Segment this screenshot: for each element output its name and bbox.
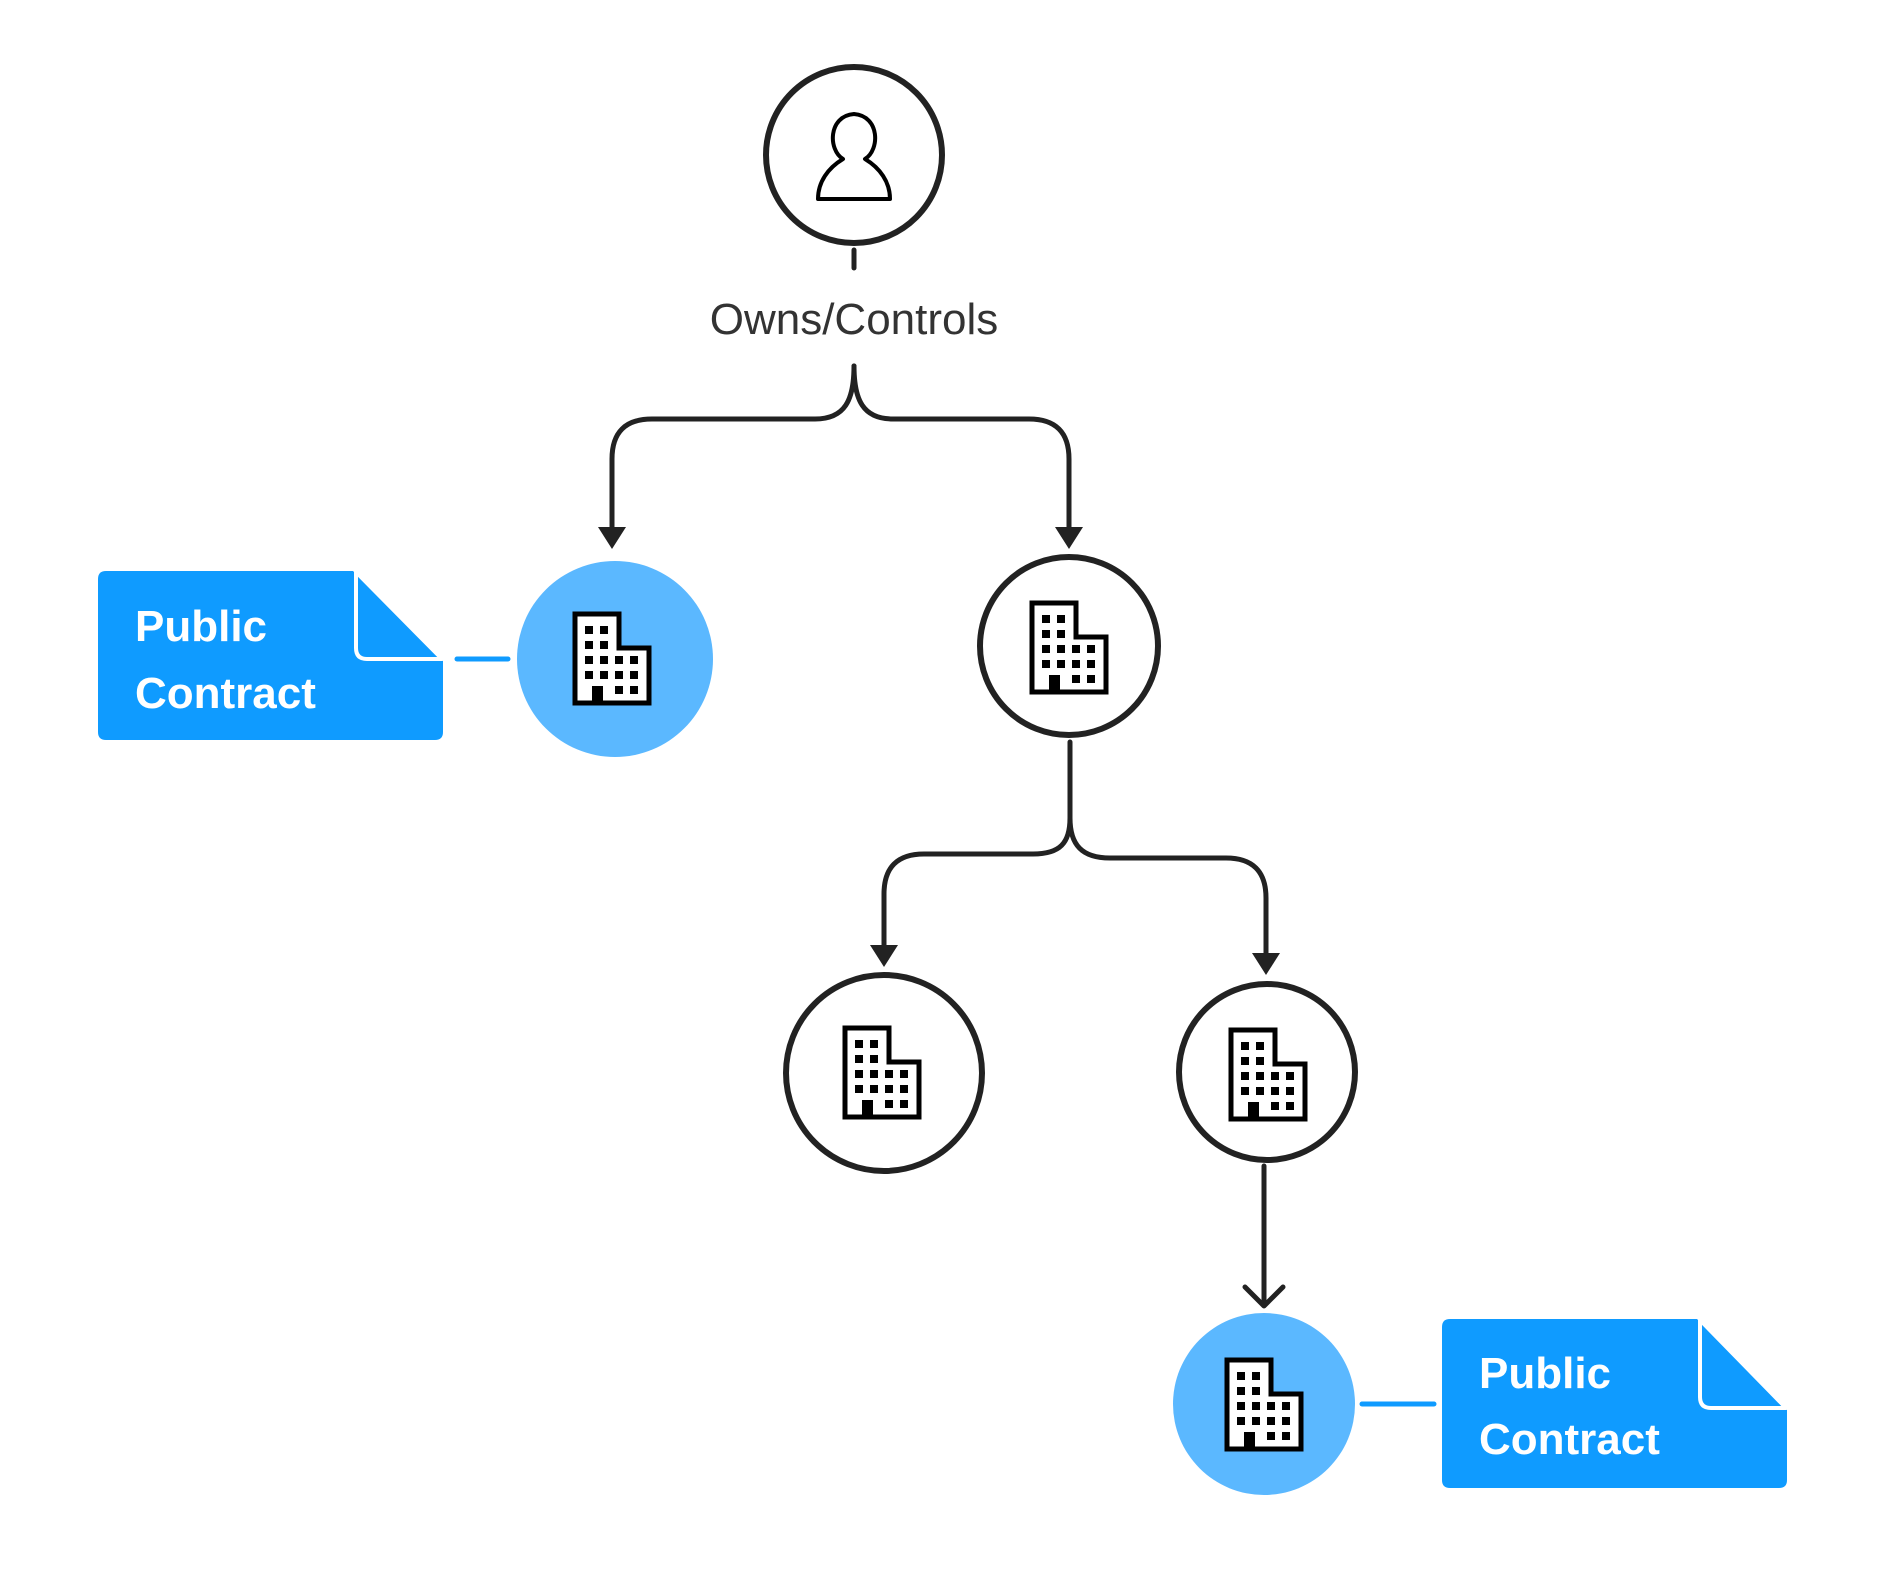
company-a-node[interactable] [517,561,713,757]
edge-company-b-to-company-d [1067,815,1269,961]
document-e-line2: Contract [1479,1415,1660,1464]
company-d-node[interactable] [1176,981,1358,1163]
arrowhead-company-b [1055,527,1083,549]
document-fold [1698,1318,1788,1410]
public-contract-document-e[interactable]: Public Contract [1442,1318,1788,1488]
company-e-node[interactable] [1173,1313,1355,1495]
document-a-line1: Public [135,602,267,651]
document-e-line1: Public [1479,1349,1611,1398]
edge-company-b-to-company-c [881,739,1073,953]
arrowhead-company-a [598,527,626,549]
ownership-diagram: Owns/Controls Public Contract Public Con… [98,64,1788,1495]
company-b-node[interactable] [977,554,1161,738]
edge-label-owns-controls: Owns/Controls [710,295,999,344]
edge-owner-to-company-b [851,363,1072,533]
owner-node[interactable] [763,64,945,246]
document-fold [354,570,444,661]
edge-owner-to-company-a [609,363,857,533]
document-a-line2: Contract [135,669,316,718]
arrowhead-company-c [870,945,898,967]
company-c-node[interactable] [783,972,985,1174]
arrowhead-company-d [1252,953,1280,975]
public-contract-document-a[interactable]: Public Contract [98,570,444,740]
